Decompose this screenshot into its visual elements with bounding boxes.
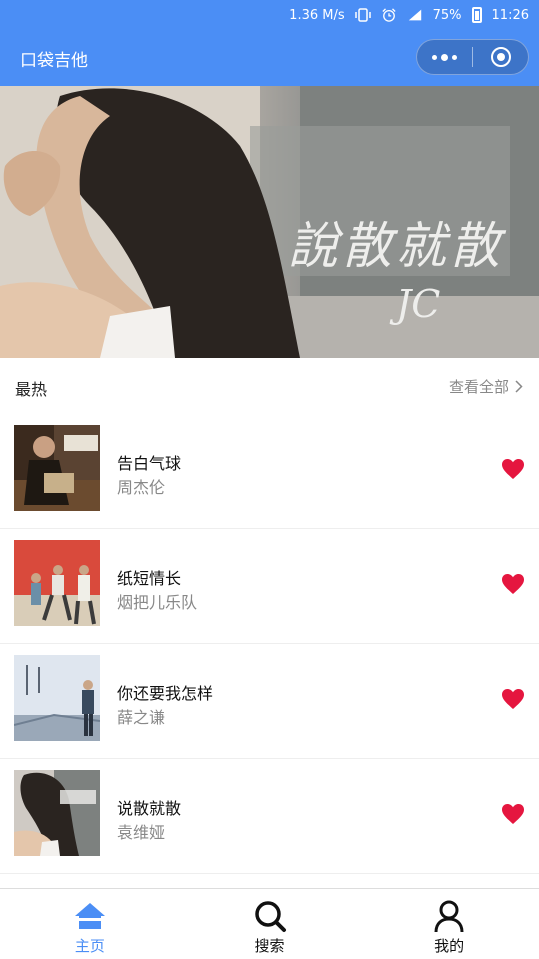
battery-icon [471, 7, 482, 23]
album-cover [14, 540, 100, 626]
battery-percent: 75% [432, 7, 462, 23]
user-icon [434, 900, 464, 933]
section-title: 最热 [15, 380, 48, 399]
song-title: 说散就散 [117, 799, 182, 818]
album-cover [14, 425, 100, 511]
top-bar: 1.36 M/s 75% 11:26 口袋吉他 [0, 0, 539, 86]
song-row[interactable]: 你还要我怎样 薛之谦 [0, 644, 539, 759]
signal-icon [408, 9, 421, 21]
song-row[interactable]: 纸短情长 烟把儿乐队 [0, 529, 539, 644]
miniprogram-capsule [416, 39, 529, 75]
vibrate-icon [354, 8, 371, 22]
album-cover [14, 655, 100, 741]
song-artist: 袁维娅 [117, 823, 166, 842]
clock: 11:26 [491, 7, 529, 23]
song-title: 告白气球 [117, 454, 182, 473]
tab-bar: 主页 搜索 我的 [0, 888, 539, 959]
song-list: 告白气球 周杰伦 纸短情长 烟把儿乐队 你还要我怎样 薛之谦 说散就散 袁维娅 [0, 414, 539, 874]
view-all-label: 查看全部 [448, 378, 509, 396]
section-header: 最热 查看全部 [0, 358, 539, 414]
album-cover [14, 770, 100, 856]
song-row[interactable]: 说散就散 袁维娅 [0, 759, 539, 874]
song-artist: 烟把儿乐队 [117, 593, 198, 612]
song-artist: 周杰伦 [117, 478, 166, 497]
tab-search-label: 搜索 [254, 937, 285, 955]
heart-icon[interactable] [501, 803, 525, 825]
heart-icon[interactable] [501, 688, 525, 710]
tab-home-label: 主页 [74, 937, 105, 955]
tab-profile-label: 我的 [434, 937, 465, 955]
close-miniprogram-icon [490, 47, 511, 67]
song-row[interactable]: 告白气球 周杰伦 [0, 414, 539, 529]
home-icon [74, 903, 105, 929]
banner-artist: JC [396, 282, 441, 326]
heart-icon[interactable] [501, 458, 525, 480]
network-speed: 1.36 M/s [289, 7, 345, 23]
view-all-link[interactable]: 查看全部 [449, 376, 523, 397]
song-title: 你还要我怎样 [117, 684, 214, 703]
status-bar: 1.36 M/s 75% 11:26 [0, 0, 539, 30]
page-title: 口袋吉他 [20, 51, 88, 71]
tab-home[interactable]: 主页 [0, 889, 180, 959]
chevron-right-icon [515, 380, 523, 393]
search-icon [254, 901, 286, 932]
close-miniprogram-button[interactable] [473, 40, 528, 74]
banner-title: 說散就散 [288, 217, 504, 275]
tab-search[interactable]: 搜索 [180, 889, 360, 959]
tab-profile[interactable]: 我的 [359, 889, 539, 959]
heart-icon[interactable] [501, 573, 525, 595]
more-icon [432, 53, 457, 61]
song-artist: 薛之谦 [117, 708, 166, 727]
nav-bar: 口袋吉他 [0, 30, 539, 86]
alarm-icon [382, 8, 396, 22]
more-button[interactable] [417, 40, 472, 74]
song-title: 纸短情长 [117, 569, 182, 588]
banner[interactable]: 說散就散 JC [0, 86, 539, 358]
